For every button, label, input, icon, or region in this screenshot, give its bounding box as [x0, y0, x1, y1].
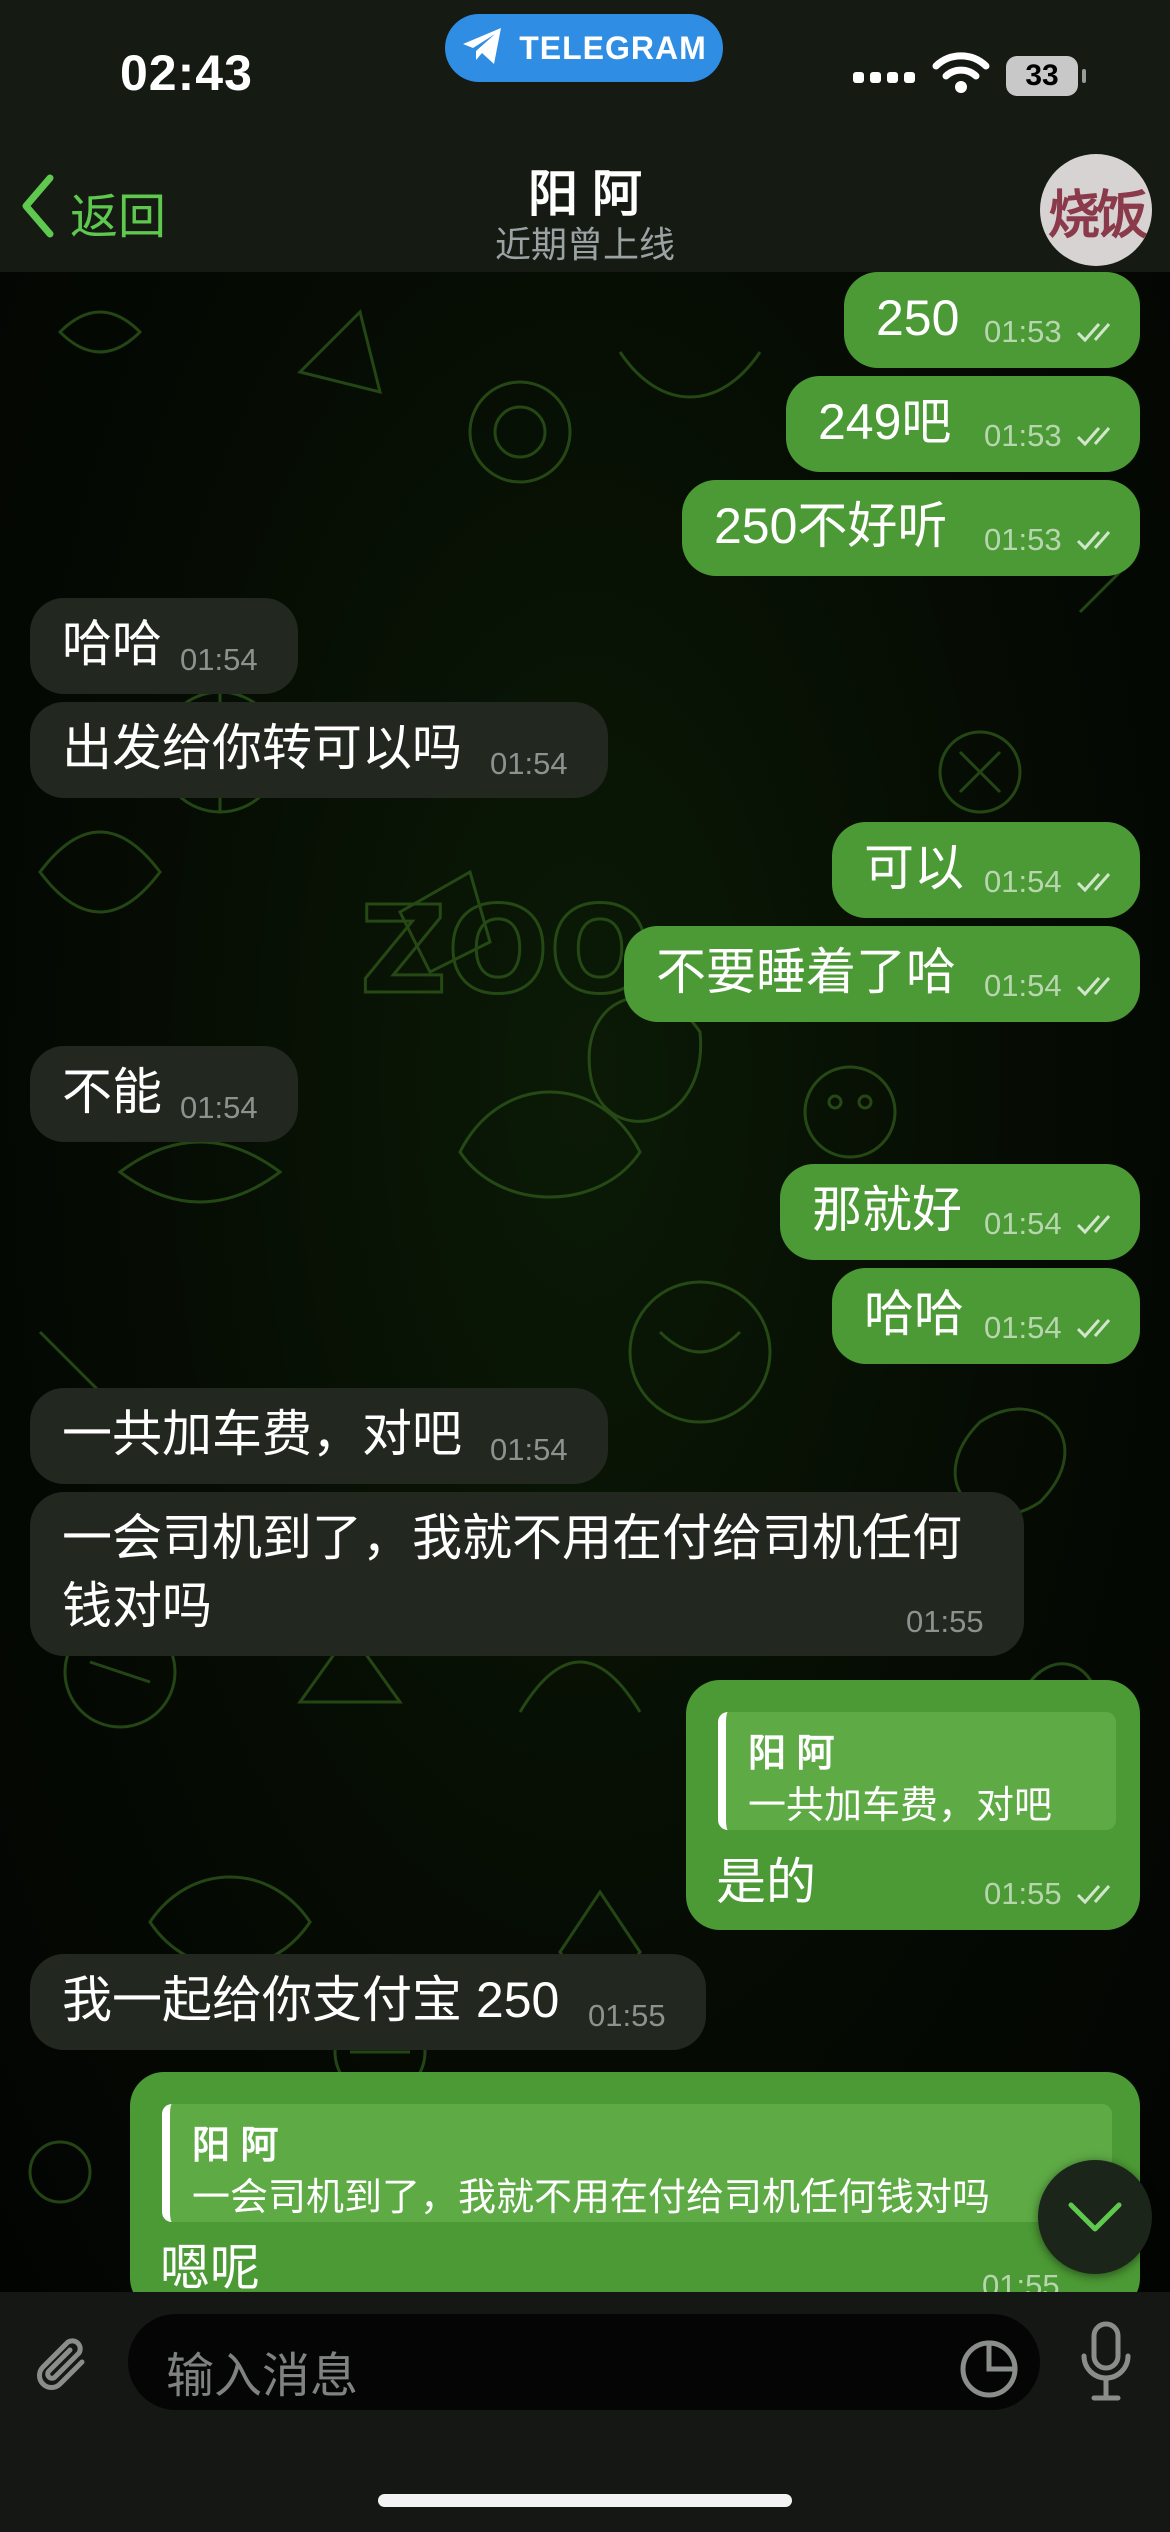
message-input-placeholder: 输入消息 — [166, 2350, 359, 2403]
double-check-icon — [1076, 323, 1111, 343]
double-check-icon — [1076, 427, 1111, 447]
message-bubble-incoming[interactable]: 我一起给你支付宝 250 01:55 — [30, 1954, 706, 2050]
message-text-line: 一会司机到了，我就不用在付给司机任何 — [62, 1510, 962, 1566]
reply-quote[interactable]: 阳 阿 一共加车费，对吧 — [718, 1712, 1116, 1830]
scroll-down-button[interactable] — [1038, 2160, 1152, 2274]
message-time: 01:55 — [984, 1876, 1062, 1911]
input-bar: 输入消息 — [0, 2292, 1170, 2532]
message-time: 01:53 — [984, 418, 1062, 453]
reply-text: 一会司机到了，我就不用在付给司机任何钱对吗 — [192, 2177, 991, 2219]
message-bubble-outgoing[interactable]: 可以 01:54 — [832, 822, 1140, 918]
telegram-pill-label: TELEGRAM — [519, 29, 707, 66]
message-bubble-outgoing[interactable]: 那就好 01:54 — [780, 1164, 1140, 1260]
message-bubble-incoming[interactable]: 一共加车费，对吧 01:54 — [30, 1388, 608, 1484]
svg-text:ZOO: ZOO — [360, 882, 651, 1021]
message-time: 01:54 — [490, 1432, 568, 1467]
message-text: 出发给你转可以吗 — [62, 720, 462, 776]
reply-quote[interactable]: 阳 阿 一会司机到了，我就不用在付给司机任何钱对吗 — [162, 2104, 1112, 2222]
message-time: 01:54 — [984, 1310, 1062, 1345]
cellular-signal-icon — [853, 72, 915, 83]
message-time: 01:55 — [906, 1604, 984, 1639]
message-bubble-incoming[interactable]: 哈哈 01:54 — [30, 598, 298, 694]
telegram-plane-icon — [461, 26, 505, 71]
message-bubble-outgoing[interactable]: 249吧 01:53 — [786, 376, 1140, 472]
message-input[interactable]: 输入消息 — [128, 2314, 1040, 2410]
message-text: 我一起给你支付宝 250 — [62, 1972, 560, 2028]
clock: 02:43 — [120, 45, 253, 101]
message-text: 不要睡着了哈 — [656, 944, 956, 1000]
double-check-icon — [1076, 873, 1111, 893]
message-bubble-incoming[interactable]: 不能 01:54 — [30, 1046, 298, 1142]
paperclip-icon — [37, 2338, 85, 2390]
message-time: 01:54 — [984, 968, 1062, 1003]
microphone-button[interactable] — [1078, 2320, 1134, 2409]
contact-status: 近期曾上线 — [494, 224, 675, 265]
message-time: 01:54 — [984, 1206, 1062, 1241]
message-text: 是的 — [716, 1854, 816, 1910]
message-bubble-outgoing[interactable]: 250不好听 01:53 — [682, 480, 1140, 576]
message-text: 那就好 — [812, 1182, 962, 1238]
home-indicator[interactable] — [378, 2494, 792, 2507]
message-time: 01:53 — [984, 314, 1062, 349]
message-bubble-outgoing-reply[interactable]: 阳 阿 一共加车费，对吧 是的 01:55 — [686, 1680, 1140, 1930]
attach-button[interactable] — [30, 2332, 100, 2407]
message-time: 01:53 — [984, 522, 1062, 557]
message-text: 哈哈 — [62, 616, 162, 672]
reply-author: 阳 阿 — [192, 2125, 279, 2167]
status-bar: 02:43 TELEGRAM 33 — [0, 0, 1170, 140]
battery-indicator: 33 — [1006, 56, 1086, 96]
message-text: 哈哈 — [864, 1286, 964, 1342]
double-check-icon — [1076, 977, 1111, 997]
message-bubble-outgoing[interactable]: 不要睡着了哈 01:54 — [624, 926, 1140, 1022]
message-bubble-outgoing-reply[interactable]: 阳 阿 一会司机到了，我就不用在付给司机任何钱对吗 嗯呢 01:55 — [130, 2072, 1140, 2312]
message-text: 一共加车费，对吧 — [62, 1406, 462, 1462]
sticker-icon — [960, 2340, 1018, 2398]
message-time: 01:54 — [180, 1090, 258, 1125]
telegram-app-pill[interactable]: TELEGRAM — [445, 14, 723, 82]
reply-text: 一共加车费，对吧 — [748, 1785, 1053, 1827]
message-time: 01:55 — [588, 1998, 666, 2033]
reply-author: 阳 阿 — [748, 1733, 835, 1775]
message-text: 250 — [876, 290, 960, 346]
message-bubble-outgoing[interactable]: 哈哈 01:54 — [832, 1268, 1140, 1364]
chevron-down-icon — [1068, 2202, 1122, 2232]
avatar[interactable]: 烧饭 — [1040, 154, 1152, 266]
message-bubble-incoming[interactable]: 一会司机到了，我就不用在付给司机任何 钱对吗 01:55 — [30, 1492, 1024, 1656]
double-check-icon — [1076, 531, 1111, 551]
microphone-icon — [1081, 2321, 1131, 2401]
message-text: 不能 — [62, 1064, 162, 1120]
sticker-button[interactable] — [958, 2338, 1020, 2405]
message-time: 01:54 — [490, 746, 568, 781]
message-text: 249吧 — [818, 394, 952, 450]
double-check-icon — [1076, 1319, 1111, 1339]
message-bubble-incoming[interactable]: 出发给你转可以吗 01:54 — [30, 702, 608, 798]
chat-header: 返回 阳 阿 近期曾上线 烧饭 — [0, 140, 1170, 272]
message-time: 01:54 — [984, 864, 1062, 899]
message-text: 250不好听 — [714, 498, 948, 554]
message-time: 01:54 — [180, 642, 258, 677]
message-text: 可以 — [864, 840, 964, 896]
double-check-icon — [1076, 1215, 1111, 1235]
double-check-icon — [1076, 1885, 1111, 1905]
message-bubble-outgoing[interactable]: 250 01:53 — [844, 272, 1140, 368]
wifi-icon — [932, 50, 990, 99]
message-text-line: 钱对吗 — [62, 1578, 212, 1634]
